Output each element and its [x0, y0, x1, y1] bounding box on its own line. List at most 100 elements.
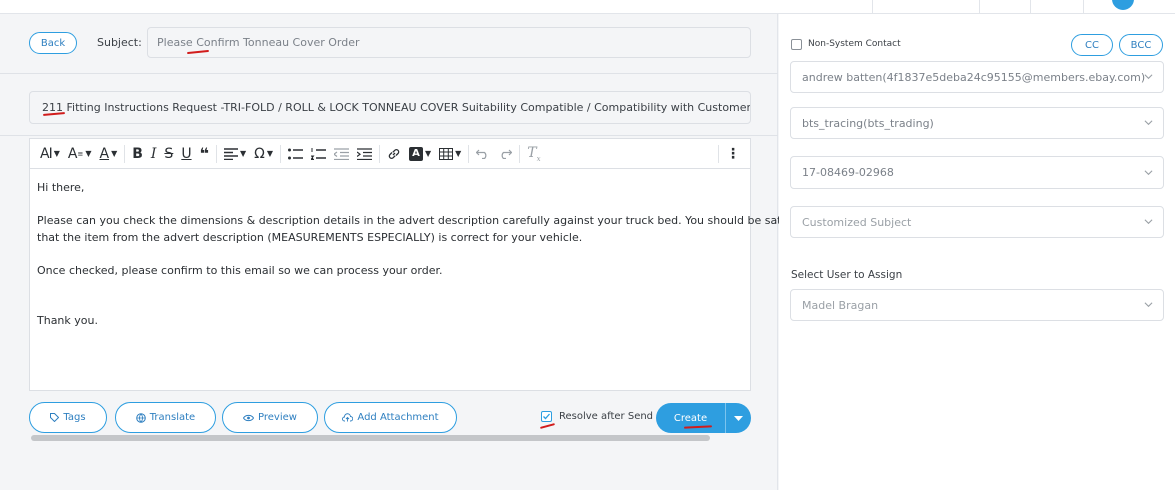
cc-button-label: CC — [1085, 39, 1099, 51]
text-size-dropdown[interactable]: A ≡ ▼ — [64, 143, 96, 165]
chevron-down-icon — [1144, 169, 1153, 175]
contact-select-value: andrew batten(4f1837e5deba24c95155@membe… — [802, 70, 1146, 84]
toolbar-separator — [519, 144, 521, 163]
tag-icon — [50, 413, 60, 422]
toolbar-separator — [378, 144, 380, 163]
clear-format-icon: Tx — [527, 144, 541, 163]
font-size-dropdown[interactable]: AI ▼ — [36, 143, 64, 165]
numbered-list-icon — [310, 147, 326, 160]
redo-button[interactable] — [494, 143, 516, 165]
strikethrough-icon: S — [164, 145, 174, 162]
redo-icon — [501, 149, 513, 159]
title-input[interactable]: 211 Fitting Instructions Request -TRI-FO… — [29, 91, 751, 124]
divider — [0, 135, 778, 136]
underline-button[interactable]: U — [177, 143, 195, 165]
order-select-value: 17-08469-02968 — [802, 166, 894, 179]
chevron-down-icon: ▼ — [239, 149, 247, 158]
outdent-button[interactable] — [330, 143, 353, 165]
create-button-label: Create — [673, 412, 708, 424]
caret-down-icon — [734, 415, 743, 421]
toolbar-separator — [215, 144, 217, 163]
create-split-button: Create — [656, 403, 751, 433]
font-size-icon: AI — [40, 145, 53, 162]
account-select[interactable]: bts_tracing(bts_trading) — [790, 107, 1164, 139]
bulleted-list-button[interactable] — [284, 143, 307, 165]
resolve-after-send-checkbox[interactable] — [541, 411, 552, 422]
italic-button[interactable]: I — [147, 143, 161, 165]
divider — [0, 73, 778, 74]
top-bar-divider — [979, 0, 980, 14]
link-button[interactable] — [383, 143, 405, 165]
top-bar-divider — [872, 0, 873, 14]
cloud-upload-icon — [342, 413, 354, 422]
globe-icon — [135, 412, 146, 423]
assign-user-select-value: Madel Bragan — [802, 298, 879, 312]
editor-toolbar: AI ▼ A ≡ ▼ A ▼ B I S U ❝ ▼ Ω ▼ A ▼ ▼ Tx ⋮ — [29, 138, 751, 168]
title-input-value: 211 Fitting Instructions Request -TRI-FO… — [42, 101, 751, 114]
translate-button-label: Translate — [149, 412, 196, 423]
resolve-after-send-label: Resolve after Send — [559, 411, 654, 422]
link-icon — [388, 148, 400, 159]
table-dropdown[interactable]: ▼ — [435, 143, 465, 165]
tags-button[interactable]: Tags — [29, 402, 107, 433]
chevron-down-icon: ▼ — [111, 149, 118, 158]
chevron-down-icon: ▼ — [53, 149, 60, 158]
non-system-contact-checkbox[interactable] — [791, 39, 802, 50]
table-icon — [439, 147, 454, 160]
more-options-button[interactable]: ⋮ — [722, 143, 744, 165]
more-vertical-icon: ⋮ — [726, 145, 740, 162]
subject-input-value: Please Confirm Tonneau Cover Order — [157, 36, 360, 49]
text-size-lines-icon: ≡ — [77, 149, 84, 158]
highlight-icon: A — [408, 146, 423, 161]
subject-input[interactable]: Please Confirm Tonneau Cover Order — [147, 27, 751, 58]
toolbar-separator — [279, 144, 281, 163]
font-color-dropdown[interactable]: A ▼ — [95, 143, 121, 165]
top-bar-divider — [1030, 0, 1031, 14]
bold-button[interactable]: B — [128, 143, 147, 165]
user-avatar[interactable] — [1112, 0, 1134, 10]
outdent-icon — [333, 147, 349, 160]
body-line: Please can you check the dimensions & de… — [37, 214, 811, 227]
chevron-down-icon: ▼ — [455, 149, 462, 158]
contact-select[interactable]: andrew batten(4f1837e5deba24c95155@membe… — [790, 61, 1164, 93]
add-attachment-button[interactable]: Add Attachment — [324, 402, 457, 433]
tags-button-label: Tags — [63, 412, 86, 423]
assign-user-label: Select User to Assign — [791, 269, 903, 281]
bcc-button[interactable]: BCC — [1119, 34, 1163, 56]
clear-format-button[interactable]: Tx — [523, 143, 544, 165]
horizontal-scrollbar[interactable] — [31, 435, 710, 441]
body-closing: Thank you. — [37, 314, 98, 327]
bulleted-list-icon — [287, 148, 303, 159]
numbered-list-button[interactable] — [307, 143, 330, 165]
preview-button-label: Preview — [258, 412, 297, 423]
highlight-dropdown[interactable]: A ▼ — [405, 143, 435, 165]
align-left-icon — [223, 147, 238, 160]
toolbar-separator — [718, 144, 719, 163]
undo-button[interactable] — [472, 143, 494, 165]
back-button-label: Back — [40, 37, 66, 49]
preview-button[interactable]: Preview — [222, 402, 318, 433]
strikethrough-button[interactable]: S — [160, 143, 177, 165]
underline-icon: U — [181, 145, 192, 162]
special-char-dropdown[interactable]: Ω ▼ — [250, 143, 277, 165]
assign-user-select[interactable]: Madel Bragan — [790, 289, 1164, 321]
blockquote-button[interactable]: ❝ — [196, 143, 213, 165]
indent-button[interactable] — [353, 143, 376, 165]
translate-button[interactable]: Translate — [115, 402, 216, 433]
non-system-contact-label: Non-System Contact — [808, 39, 901, 49]
customized-subject-select[interactable]: Customized Subject — [790, 206, 1164, 238]
chevron-down-icon — [1144, 219, 1153, 225]
check-icon — [543, 413, 550, 420]
add-attachment-button-label: Add Attachment — [357, 412, 439, 423]
chevron-down-icon: ▼ — [424, 149, 432, 158]
cc-button[interactable]: CC — [1071, 34, 1113, 56]
order-select[interactable]: 17-08469-02968 — [790, 156, 1164, 189]
undo-icon — [476, 149, 487, 159]
create-button[interactable]: Create — [656, 403, 725, 433]
align-dropdown[interactable]: ▼ — [220, 143, 250, 165]
bcc-button-label: BCC — [1130, 39, 1152, 51]
chevron-down-icon — [1144, 74, 1153, 80]
account-select-value: bts_tracing(bts_trading) — [802, 116, 934, 130]
email-body-editor[interactable]: Hi there, Please can you check the dimen… — [29, 168, 811, 391]
back-button[interactable]: Back — [29, 32, 77, 54]
